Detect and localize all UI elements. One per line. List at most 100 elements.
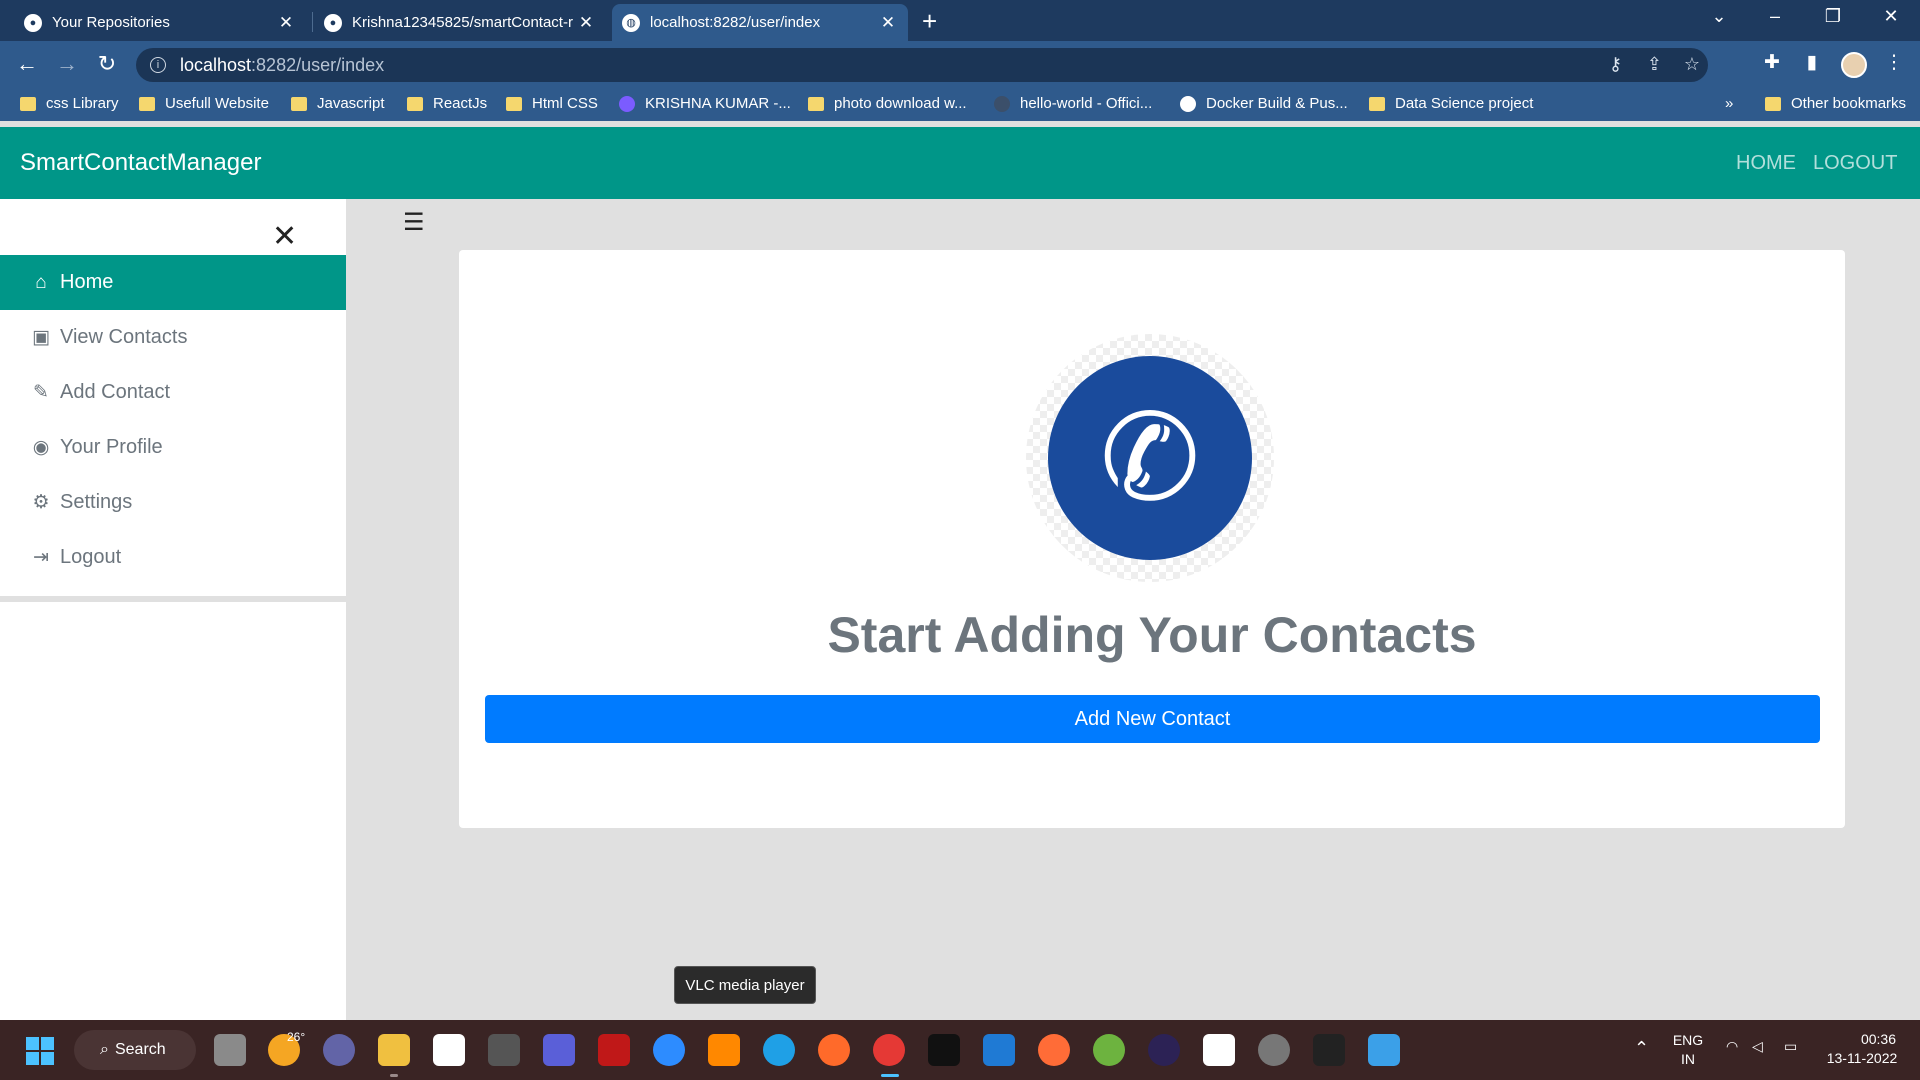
teams-icon[interactable] <box>323 1034 355 1066</box>
restore-button[interactable]: ❐ <box>1818 6 1848 27</box>
back-button[interactable]: ← <box>12 51 42 77</box>
bookmark-javascript[interactable]: Javascript <box>291 95 385 112</box>
folder-icon <box>1765 96 1781 111</box>
sidebar-item-settings[interactable]: ⚙ Settings <box>0 475 346 530</box>
folder-icon <box>808 96 824 111</box>
snipping-tool-icon[interactable] <box>1203 1034 1235 1066</box>
photos-icon[interactable] <box>1368 1034 1400 1066</box>
postman-icon[interactable] <box>1038 1034 1070 1066</box>
windows-start-icon[interactable] <box>26 1037 54 1065</box>
bookmark-label: css Library <box>46 95 119 112</box>
bookmark-usefull-website[interactable]: Usefull Website <box>139 95 269 112</box>
language-indicator[interactable]: ENG IN <box>1668 1031 1708 1069</box>
add-new-contact-button[interactable]: Add New Contact <box>485 695 1820 743</box>
edge-icon[interactable] <box>763 1034 795 1066</box>
chevron-up-icon[interactable]: ⌃ <box>1634 1038 1649 1059</box>
vlc-icon[interactable] <box>708 1034 740 1066</box>
address-bar[interactable]: i localhost:8282/user/index ⚷ ⇪ ☆ <box>136 48 1708 82</box>
active-indicator <box>881 1074 899 1077</box>
bookmark-reactjs[interactable]: ReactJs <box>407 95 487 112</box>
forward-button[interactable]: → <box>52 51 82 77</box>
window-close-button[interactable]: ✕ <box>1876 6 1906 27</box>
settings-gear-icon[interactable] <box>1258 1034 1290 1066</box>
bookmark-html-css[interactable]: Html CSS <box>506 95 598 112</box>
sidebar-item-label: Home <box>60 271 114 293</box>
unity-icon[interactable] <box>488 1034 520 1066</box>
side-panel-icon[interactable]: ▮ <box>1798 51 1826 74</box>
address-host: localhost <box>180 54 252 75</box>
github-icon: ● <box>24 13 42 32</box>
wifi-icon[interactable]: ◠ <box>1726 1038 1738 1055</box>
eclipse-icon[interactable] <box>1148 1034 1180 1066</box>
star-icon[interactable]: ☆ <box>1684 54 1700 75</box>
tab-title: Your Repositories <box>52 14 170 31</box>
profile-avatar[interactable] <box>1841 52 1867 78</box>
share-icon[interactable]: ⇪ <box>1647 54 1662 75</box>
sidebar-item-home[interactable]: ⌂ Home <box>0 255 346 310</box>
new-tab-button[interactable]: + <box>922 6 937 37</box>
clock[interactable]: 00:36 13-11-2022 <box>1816 1030 1908 1068</box>
close-icon[interactable]: ✕ <box>576 13 596 33</box>
close-icon[interactable]: ✕ <box>878 13 898 33</box>
chrome-icon[interactable] <box>873 1034 905 1066</box>
sidebar-item-logout[interactable]: ⇥ Logout <box>0 530 346 585</box>
app-icon[interactable] <box>543 1034 575 1066</box>
site-info-icon[interactable]: i <box>150 57 166 73</box>
taskbar-tooltip: VLC media player <box>674 966 816 1004</box>
menu-kebab-icon[interactable]: ⋮ <box>1880 51 1908 74</box>
terminal-icon[interactable] <box>1313 1034 1345 1066</box>
running-indicator <box>390 1074 398 1077</box>
sidebar-divider <box>0 596 346 602</box>
sidebar-item-label: Logout <box>60 546 122 568</box>
firefox-icon[interactable] <box>818 1034 850 1066</box>
brand-title[interactable]: SmartContactManager <box>20 149 261 177</box>
nav-link-logout[interactable]: LOGOUT <box>1813 152 1897 175</box>
bookmark-css-library[interactable]: css Library <box>20 95 119 112</box>
other-bookmarks[interactable]: Other bookmarks <box>1765 95 1906 112</box>
tab-localhost-user-index[interactable]: ◍ localhost:8282/user/index ✕ <box>612 4 908 41</box>
minimize-button[interactable]: – <box>1760 6 1790 27</box>
battery-icon[interactable]: ▭ <box>1784 1038 1797 1055</box>
tab-search-icon[interactable]: ⌄ <box>1704 6 1734 27</box>
sidebar-item-label: Add Contact <box>60 381 171 403</box>
bookmark-label: Usefull Website <box>165 95 269 112</box>
reload-button[interactable]: ↻ <box>92 51 122 77</box>
globe-icon: ◍ <box>622 13 640 32</box>
vscode-icon[interactable] <box>983 1034 1015 1066</box>
sidebar-item-label: Settings <box>60 491 133 513</box>
task-view-icon[interactable] <box>214 1034 246 1066</box>
folder-icon <box>1369 96 1385 111</box>
folder-icon <box>506 96 522 111</box>
spring-tool-icon[interactable] <box>1093 1034 1125 1066</box>
bookmark-photo-download[interactable]: photo download w... <box>808 95 967 112</box>
extensions-icon[interactable]: ✚ <box>1758 51 1786 74</box>
close-icon[interactable]: ✕ <box>276 13 296 33</box>
nav-link-home[interactable]: HOME <box>1736 152 1796 175</box>
sidebar-item-your-profile[interactable]: ◉ Your Profile <box>0 420 346 475</box>
close-icon[interactable]: ✕ <box>272 219 297 254</box>
hamburger-menu-icon[interactable]: ☰ <box>403 208 425 237</box>
bookmark-krishna-kumar[interactable]: KRISHNA KUMAR -... <box>619 95 791 112</box>
mcafee-icon[interactable] <box>598 1034 630 1066</box>
file-explorer-icon[interactable] <box>378 1034 410 1066</box>
sidebar-item-add-contact[interactable]: ✎ Add Contact <box>0 365 346 420</box>
bookmark-docker-build[interactable]: Docker Build & Pus... <box>1180 95 1348 112</box>
tab-your-repositories[interactable]: ● Your Repositories ✕ <box>14 4 306 41</box>
taskbar-search[interactable]: ⌕ Search <box>74 1030 196 1070</box>
key-icon[interactable]: ⚷ <box>1609 54 1622 75</box>
user-circle-icon: ◉ <box>32 437 50 458</box>
sidebar-item-label: View Contacts <box>60 326 188 348</box>
pencil-icon: ✎ <box>33 382 49 403</box>
site-icon <box>994 95 1010 112</box>
bookmark-label: Javascript <box>317 95 385 112</box>
bookmark-hello-world[interactable]: hello-world - Offici... <box>994 95 1152 112</box>
microsoft-store-icon[interactable] <box>433 1034 465 1066</box>
bookmark-data-science[interactable]: Data Science project <box>1369 95 1533 112</box>
region-code: IN <box>1681 1051 1695 1067</box>
tab-smartcontact-repo[interactable]: ● Krishna12345825/smartContact-r ✕ <box>314 4 606 41</box>
volume-icon[interactable]: ◁ <box>1752 1038 1763 1055</box>
sidebar-item-view-contacts[interactable]: ▣ View Contacts <box>0 310 346 365</box>
bookmarks-overflow-button[interactable]: » <box>1725 95 1733 112</box>
zoom-icon[interactable] <box>653 1034 685 1066</box>
intellij-icon[interactable] <box>928 1034 960 1066</box>
